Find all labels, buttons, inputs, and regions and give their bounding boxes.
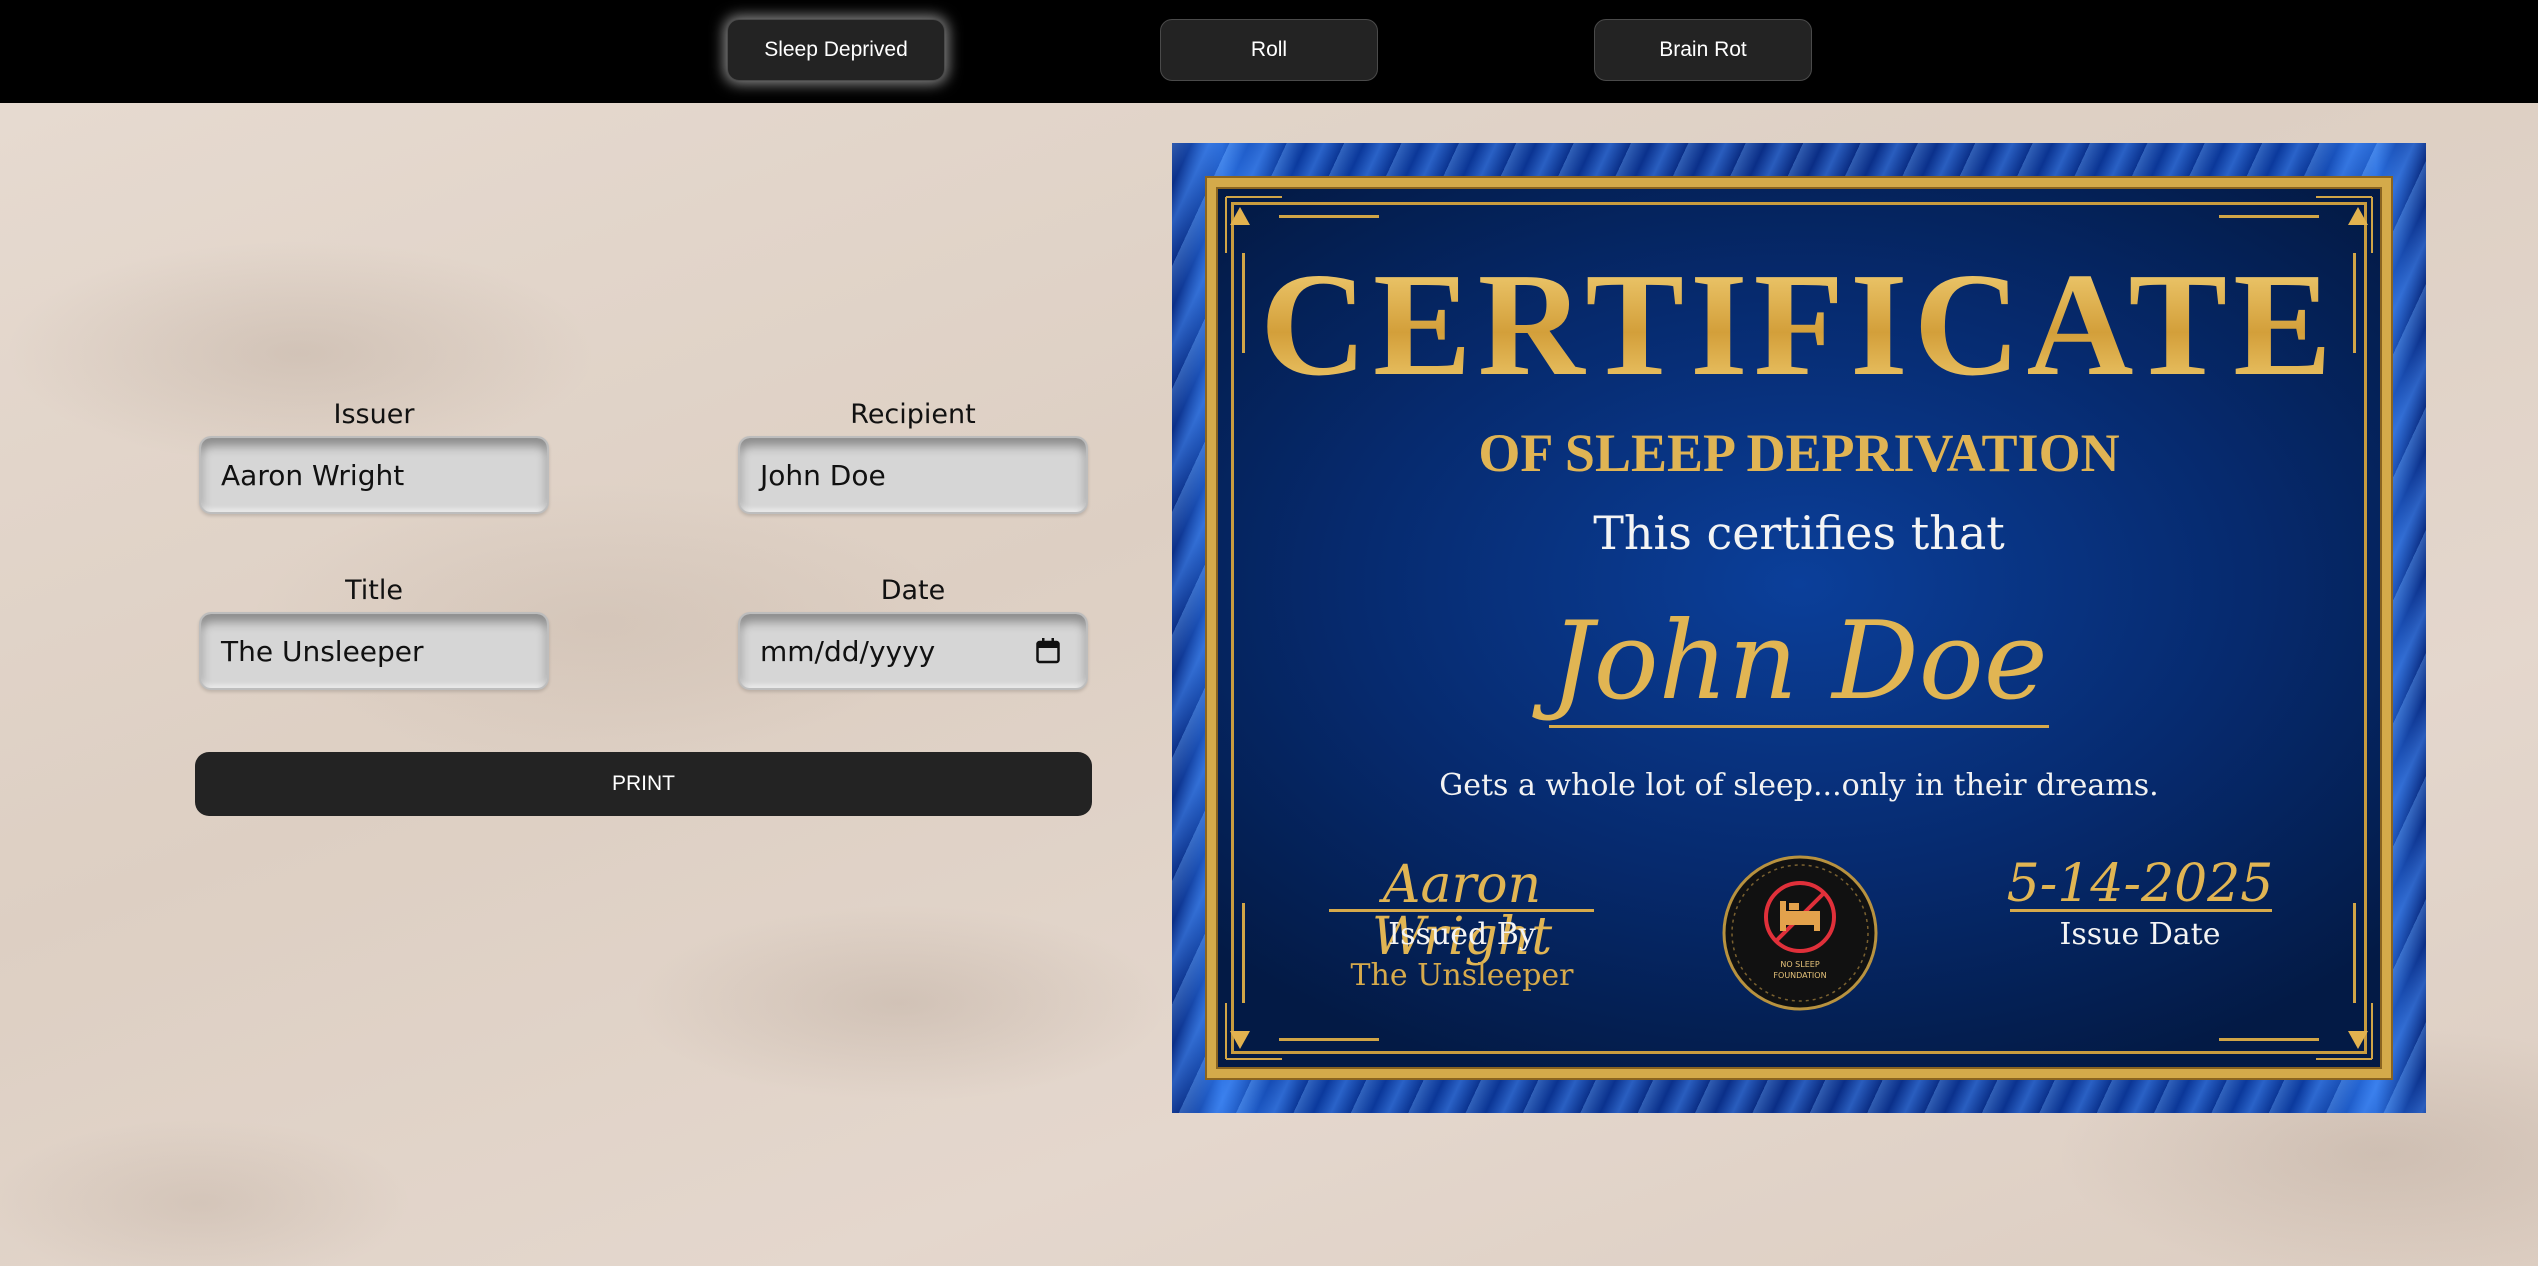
print-button[interactable]: PRINT (195, 752, 1092, 816)
calendar-icon[interactable] (1036, 638, 1060, 664)
certificate-heading: CERTIFICATE (1172, 251, 2426, 399)
certifies-text: This certifies that (1593, 506, 2005, 560)
corner-ornament-bottom-left (1225, 1003, 1282, 1060)
date-input[interactable]: mm/dd/yyyy (738, 612, 1088, 690)
recipient-label: Recipient (850, 399, 976, 430)
issuer-signature-line (1329, 909, 1594, 912)
issuer-title: The Unsleeper (1350, 958, 1574, 993)
top-nav-bar: Sleep Deprived Roll Brain Rot (0, 0, 2538, 103)
seal-text-line1: NO SLEEP (1780, 960, 1819, 969)
title-input[interactable]: The Unsleeper (199, 612, 549, 690)
ornament-line (2219, 1038, 2319, 1041)
ornament-line (1279, 215, 1379, 218)
issue-date-line (2010, 909, 2272, 912)
title-label: Title (345, 575, 403, 606)
ornament-line (2353, 903, 2356, 1003)
no-sleep-seal-icon: NO SLEEP FOUNDATION (1722, 855, 1878, 1011)
recipient-input[interactable]: John Doe (738, 436, 1088, 514)
issue-date-label: Issue Date (2059, 917, 2221, 952)
ornament-line (1242, 903, 1245, 1003)
recipient-name: John Doe (1550, 599, 2048, 724)
issuer-label: Issuer (333, 399, 415, 430)
date-label: Date (880, 575, 946, 606)
certificate-description: Gets a whole lot of sleep...only in thei… (1439, 768, 2159, 803)
tab-sleep-deprived[interactable]: Sleep Deprived (727, 19, 945, 81)
issuer-input[interactable]: Aaron Wright (199, 436, 549, 514)
tab-brain-rot[interactable]: Brain Rot (1594, 19, 1812, 81)
name-underline (1549, 725, 2049, 728)
ornament-line (2219, 215, 2319, 218)
issued-by-label: Issued By (1388, 917, 1536, 952)
tab-roll[interactable]: Roll (1160, 19, 1378, 81)
corner-ornament-bottom-right (2316, 1003, 2373, 1060)
certificate-subheading: OF SLEEP DEPRIVATION (1478, 423, 2120, 483)
certificate-preview: CERTIFICATE OF SLEEP DEPRIVATION This ce… (1172, 143, 2426, 1113)
seal-text-line2: FOUNDATION (1773, 971, 1826, 980)
date-input-value: mm/dd/yyyy (760, 634, 936, 668)
ornament-line (1279, 1038, 1379, 1041)
issue-date: 5-14-2025 (2006, 854, 2274, 914)
